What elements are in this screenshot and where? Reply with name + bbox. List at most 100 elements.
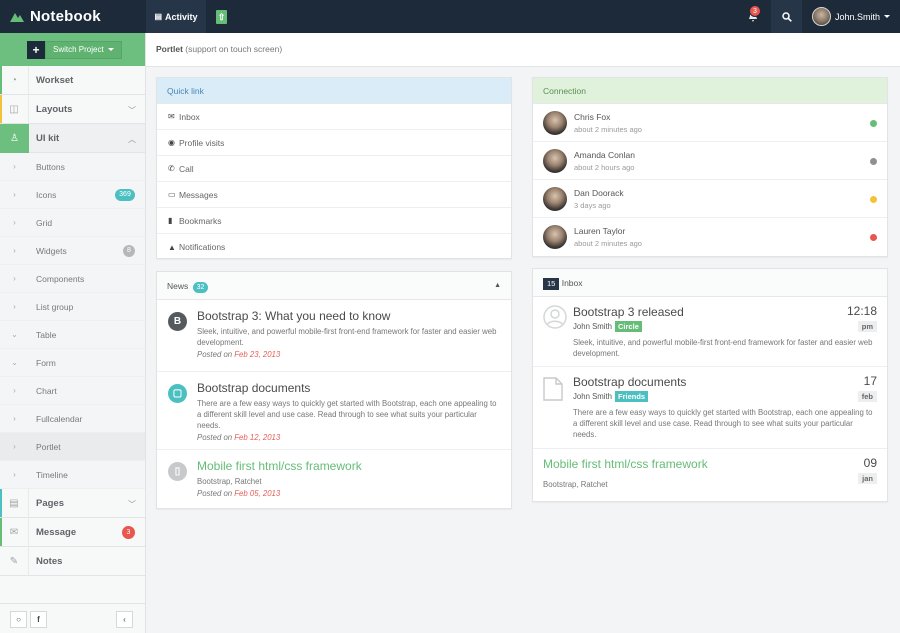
brand[interactable]: Notebook — [0, 0, 146, 33]
chat-button[interactable]: ○ — [10, 611, 27, 628]
inbox-item[interactable]: Mobile first html/css framework Bootstra… — [533, 449, 887, 501]
activity-icon: ▤ — [154, 12, 163, 21]
sidebar-subitem-label: Timeline — [36, 469, 68, 480]
chevron-right-icon: › — [13, 442, 16, 451]
time-unit: pm — [857, 321, 877, 332]
envelope-icon: ✉ — [0, 517, 29, 547]
columns-icon: ◫ — [0, 94, 29, 124]
quick-link-bookmarks[interactable]: ▮ Bookmarks — [157, 208, 511, 234]
sidebar-item-pages[interactable]: ▤ Pages ﹀ — [0, 488, 145, 518]
sidebar-item-notes[interactable]: ✎ Notes — [0, 546, 145, 576]
quick-link-profile-visits[interactable]: ◉ Profile visits — [157, 130, 511, 156]
inbox-item-from: John Smith Friends — [573, 391, 877, 402]
quick-link-inbox[interactable]: ✉ Inbox — [157, 104, 511, 130]
inbox-item[interactable]: Bootstrap documents John Smith Friends Th… — [533, 367, 887, 449]
time-value: 17 — [863, 374, 877, 388]
sidebar-subitem-label: Grid — [36, 217, 53, 228]
sidebar-subitem-grid[interactable]: › Grid — [0, 209, 145, 237]
inbox-item-time: 12:18 pm — [847, 304, 877, 332]
quick-link-call[interactable]: ✆ Call — [157, 156, 511, 182]
chevron-right-icon: › — [13, 274, 16, 283]
sidebar-subitem-icons[interactable]: › Icons 369 — [0, 181, 145, 209]
news-item-title[interactable]: Bootstrap 3: What you need to know — [197, 309, 501, 323]
sidebar-subitem-list-group[interactable]: › List group — [0, 293, 145, 321]
sidebar-subitem-fullcalendar[interactable]: › Fullcalendar — [0, 405, 145, 433]
inbox-item-title[interactable]: Bootstrap 3 released — [573, 305, 877, 319]
sidebar-item-ui-kit[interactable]: ♙ UI kit ︿ — [0, 123, 145, 153]
label-tag: Friends — [615, 391, 649, 402]
posted-date: Feb 05, 2013 — [234, 489, 281, 498]
sidebar-subitem-table[interactable]: ⌄ Table — [0, 321, 145, 349]
search-button[interactable] — [771, 0, 802, 33]
quick-link-label: Notifications — [179, 242, 226, 252]
sidebar: + Switch Project ◔ Workset ◫ Layouts ﹀ ♙… — [0, 33, 146, 633]
inbox-item-title[interactable]: Mobile first html/css framework — [543, 457, 877, 471]
chevron-right-icon: › — [13, 414, 16, 423]
inbox-item[interactable]: Bootstrap 3 released John Smith Circle Sl… — [533, 297, 887, 367]
chevron-right-icon: › — [13, 218, 16, 227]
posted-prefix: Posted on — [197, 433, 235, 442]
sidebar-item-label: Notes — [36, 555, 63, 567]
sidebar-subitem-timeline[interactable]: › Timeline — [0, 461, 145, 489]
connection-item[interactable]: Dan Doorack 3 days ago — [533, 180, 887, 218]
sidebar-footer: ○ f ‹ — [0, 603, 145, 633]
eye-icon: ◉ — [168, 138, 175, 147]
indicator-bar — [0, 489, 2, 517]
sidebar-subitem-buttons[interactable]: › Buttons — [0, 153, 145, 181]
news-item[interactable]: ▯ Mobile first html/css framework Bootst… — [157, 450, 511, 508]
bootstrap-icon: B — [168, 312, 187, 331]
user-name: John.Smith — [835, 11, 881, 22]
posted-prefix: Posted on — [197, 350, 235, 359]
sidebar-item-message[interactable]: ✉ Message 3 — [0, 517, 145, 547]
connection-item[interactable]: Amanda Conlan about 2 hours ago — [533, 142, 887, 180]
upload-button[interactable]: ⇧ — [216, 10, 227, 24]
facebook-button[interactable]: f — [30, 611, 47, 628]
quick-link-label: Profile visits — [179, 137, 225, 148]
news-item[interactable]: B Bootstrap 3: What you need to know Sle… — [157, 300, 511, 372]
connection-time: 3 days ago — [574, 200, 611, 210]
chevron-down-icon: ⌄ — [11, 358, 18, 367]
quick-link-notifications[interactable]: ▲ Notifications — [157, 234, 511, 260]
chevron-right-icon: › — [13, 302, 16, 311]
facebook-icon: f — [37, 615, 40, 624]
sidebar-subitem-form[interactable]: ⌄ Form — [0, 349, 145, 377]
inbox-item-desc: Sleek, intuitive, and powerful mobile-fi… — [573, 338, 873, 358]
activity-button[interactable]: ▤ Activity — [146, 0, 206, 33]
switch-project-bar: + Switch Project — [0, 33, 145, 66]
sidebar-subitem-portlet[interactable]: › Portlet — [0, 433, 145, 461]
sidebar-item-layouts[interactable]: ◫ Layouts ﹀ — [0, 94, 145, 124]
sidebar-subitem-components[interactable]: › Components — [0, 265, 145, 293]
add-project-button[interactable]: + — [27, 40, 45, 59]
pencil-icon: ✎ — [0, 546, 29, 576]
quick-link-label: Call — [179, 163, 194, 174]
chevron-right-icon: › — [13, 386, 16, 395]
chevron-up-icon: ︿ — [128, 135, 136, 144]
inbox-item-desc: Bootstrap, Ratchet — [543, 480, 608, 489]
count-badge: 8 — [123, 245, 135, 257]
collapse-sidebar-button[interactable]: ‹ — [116, 611, 133, 628]
avatar — [543, 186, 567, 211]
posted-date: Feb 12, 2013 — [234, 433, 281, 442]
news-item-title[interactable]: Mobile first html/css framework — [197, 459, 501, 473]
collapse-icon[interactable]: ▲ — [494, 272, 501, 300]
inbox-item-title[interactable]: Bootstrap documents — [573, 375, 877, 389]
news-item-desc: Sleek, intuitive, and powerful mobile-fi… — [197, 327, 497, 347]
connection-item[interactable]: Chris Fox about 2 minutes ago — [533, 104, 887, 142]
posted-prefix: Posted on — [197, 489, 235, 498]
news-item-title[interactable]: Bootstrap documents — [197, 381, 501, 395]
connection-item[interactable]: Lauren Taylor about 2 minutes ago — [533, 218, 887, 256]
news-item[interactable]: ▢ Bootstrap documents There are a few ea… — [157, 372, 511, 450]
sidebar-subitem-widgets[interactable]: › Widgets 8 — [0, 237, 145, 265]
switch-project-button[interactable]: Switch Project — [45, 40, 122, 59]
quick-link-messages[interactable]: ▭ Messages — [157, 182, 511, 208]
user-menu[interactable]: John.Smith — [802, 0, 900, 33]
chat-icon: ○ — [16, 615, 21, 624]
sidebar-item-workset[interactable]: ◔ Workset — [0, 65, 145, 95]
news-title: News — [167, 281, 189, 291]
sidebar-item-label: Layouts — [36, 103, 73, 115]
sidebar-subitem-label: Fullcalendar — [36, 413, 83, 424]
mobile-icon: ▯ — [168, 462, 187, 481]
sidebar-subitem-label: Form — [36, 357, 56, 368]
sidebar-subitem-chart[interactable]: › Chart — [0, 377, 145, 405]
comments-icon: ▭ — [168, 190, 176, 199]
